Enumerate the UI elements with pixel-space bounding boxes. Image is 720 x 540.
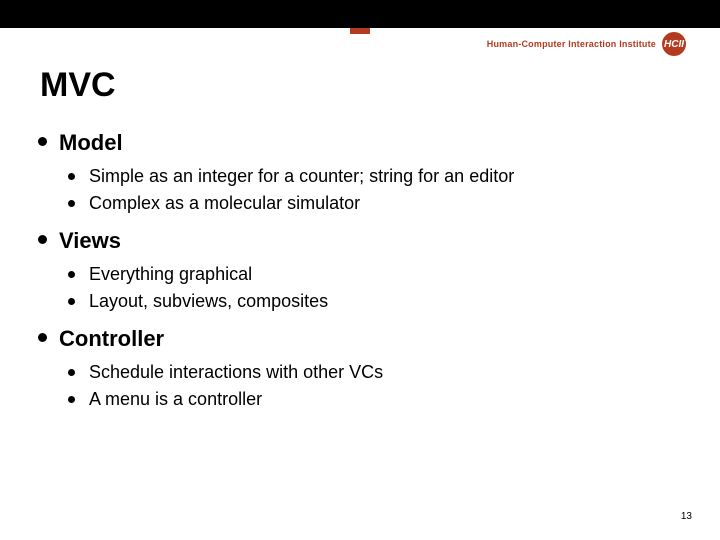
list-item: Layout, subviews, composites (68, 291, 682, 312)
bullet-icon (68, 271, 75, 278)
bullet-icon (68, 396, 75, 403)
logo-area: Human-Computer Interaction Institute HCI… (487, 32, 686, 56)
section-views: Views Everything graphical Layout, subvi… (38, 228, 682, 312)
list-item: Schedule interactions with other VCs (68, 362, 682, 383)
page-number: 13 (681, 511, 692, 522)
list-item-text: A menu is a controller (89, 389, 262, 410)
list-item: Complex as a molecular simulator (68, 193, 682, 214)
section-heading: Controller (59, 326, 164, 352)
list-item-text: Everything graphical (89, 264, 252, 285)
section-heading: Views (59, 228, 121, 254)
bullet-icon (68, 369, 75, 376)
bullet-icon (38, 333, 47, 342)
slide-body: Model Simple as an integer for a counter… (38, 130, 682, 424)
institute-name: Human-Computer Interaction Institute (487, 39, 656, 49)
section-model: Model Simple as an integer for a counter… (38, 130, 682, 214)
bullet-icon (68, 298, 75, 305)
list-item-text: Layout, subviews, composites (89, 291, 328, 312)
list-item: Simple as an integer for a counter; stri… (68, 166, 682, 187)
hcii-logo-icon: HCII (662, 32, 686, 56)
list-item-text: Schedule interactions with other VCs (89, 362, 383, 383)
slide-title: MVC (40, 66, 116, 105)
list-item-text: Complex as a molecular simulator (89, 193, 360, 214)
bullet-icon (38, 137, 47, 146)
accent-bar (350, 28, 370, 34)
list-item: A menu is a controller (68, 389, 682, 410)
section-heading: Model (59, 130, 123, 156)
list-item: Everything graphical (68, 264, 682, 285)
list-item-text: Simple as an integer for a counter; stri… (89, 166, 514, 187)
bullet-icon (68, 173, 75, 180)
section-controller: Controller Schedule interactions with ot… (38, 326, 682, 410)
bullet-icon (68, 200, 75, 207)
bullet-icon (38, 235, 47, 244)
top-bar (0, 0, 720, 28)
